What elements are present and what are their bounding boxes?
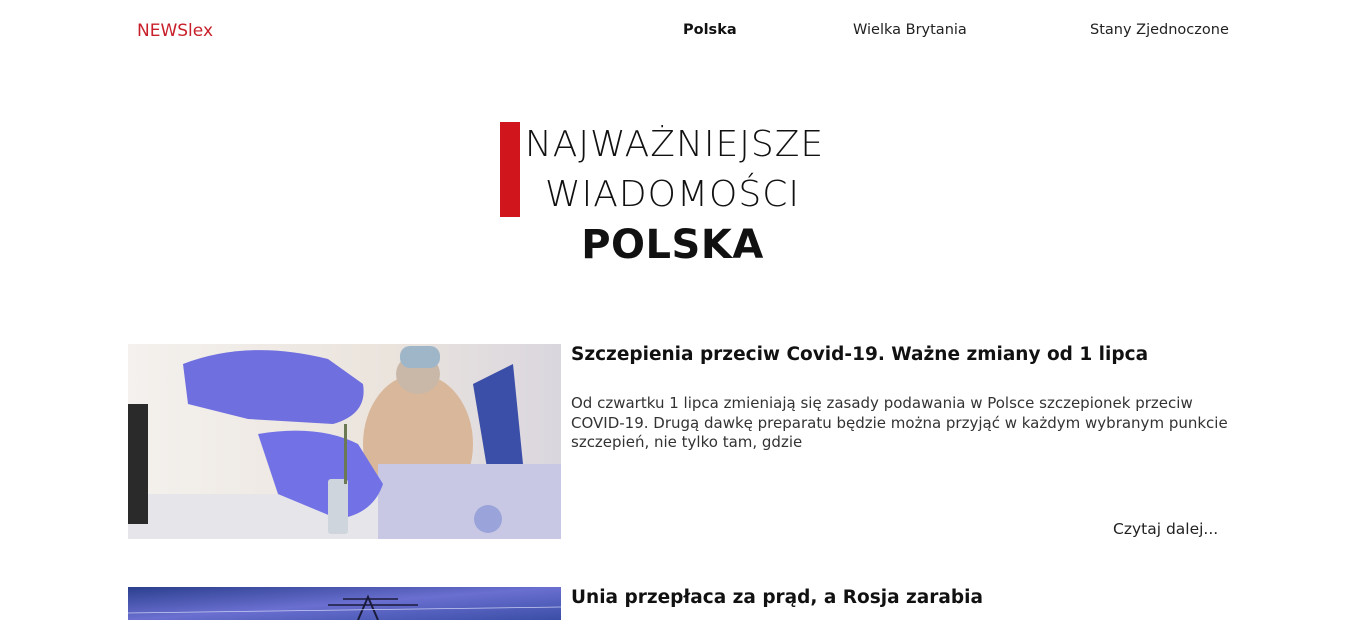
hero-title-line-2: WIADOMOŚCI <box>545 174 800 215</box>
hero-country-title: POLSKA <box>581 222 764 268</box>
article-title[interactable]: Unia przepłaca za prąd, a Rosja zarabia <box>571 587 983 608</box>
nav-item-stany-zjednoczone[interactable]: Stany Zjednoczone <box>1090 22 1229 38</box>
article-thumbnail[interactable] <box>128 344 561 539</box>
article-title[interactable]: Szczepienia przeciw Covid-19. Ważne zmia… <box>571 344 1148 365</box>
article-thumbnail[interactable] <box>128 587 561 620</box>
hero-header: NAJWAŻNIEJSZE WIADOMOŚCI POLSKA <box>0 118 1345 278</box>
article-card: Unia przepłaca za prąd, a Rosja zarabia <box>128 587 1228 620</box>
nav-item-wielka-brytania[interactable]: Wielka Brytania <box>853 22 967 38</box>
article-excerpt: Od czwartku 1 lipca zmieniają się zasady… <box>571 394 1228 451</box>
read-more-link[interactable]: Czytaj dalej... <box>1113 520 1218 538</box>
article-card: Szczepienia przeciw Covid-19. Ważne zmia… <box>128 344 1228 544</box>
nav-item-polska[interactable]: Polska <box>683 22 737 38</box>
hero-title-line-1: NAJWAŻNIEJSZE <box>524 124 825 165</box>
site-logo[interactable]: NEWSlex <box>137 21 213 41</box>
